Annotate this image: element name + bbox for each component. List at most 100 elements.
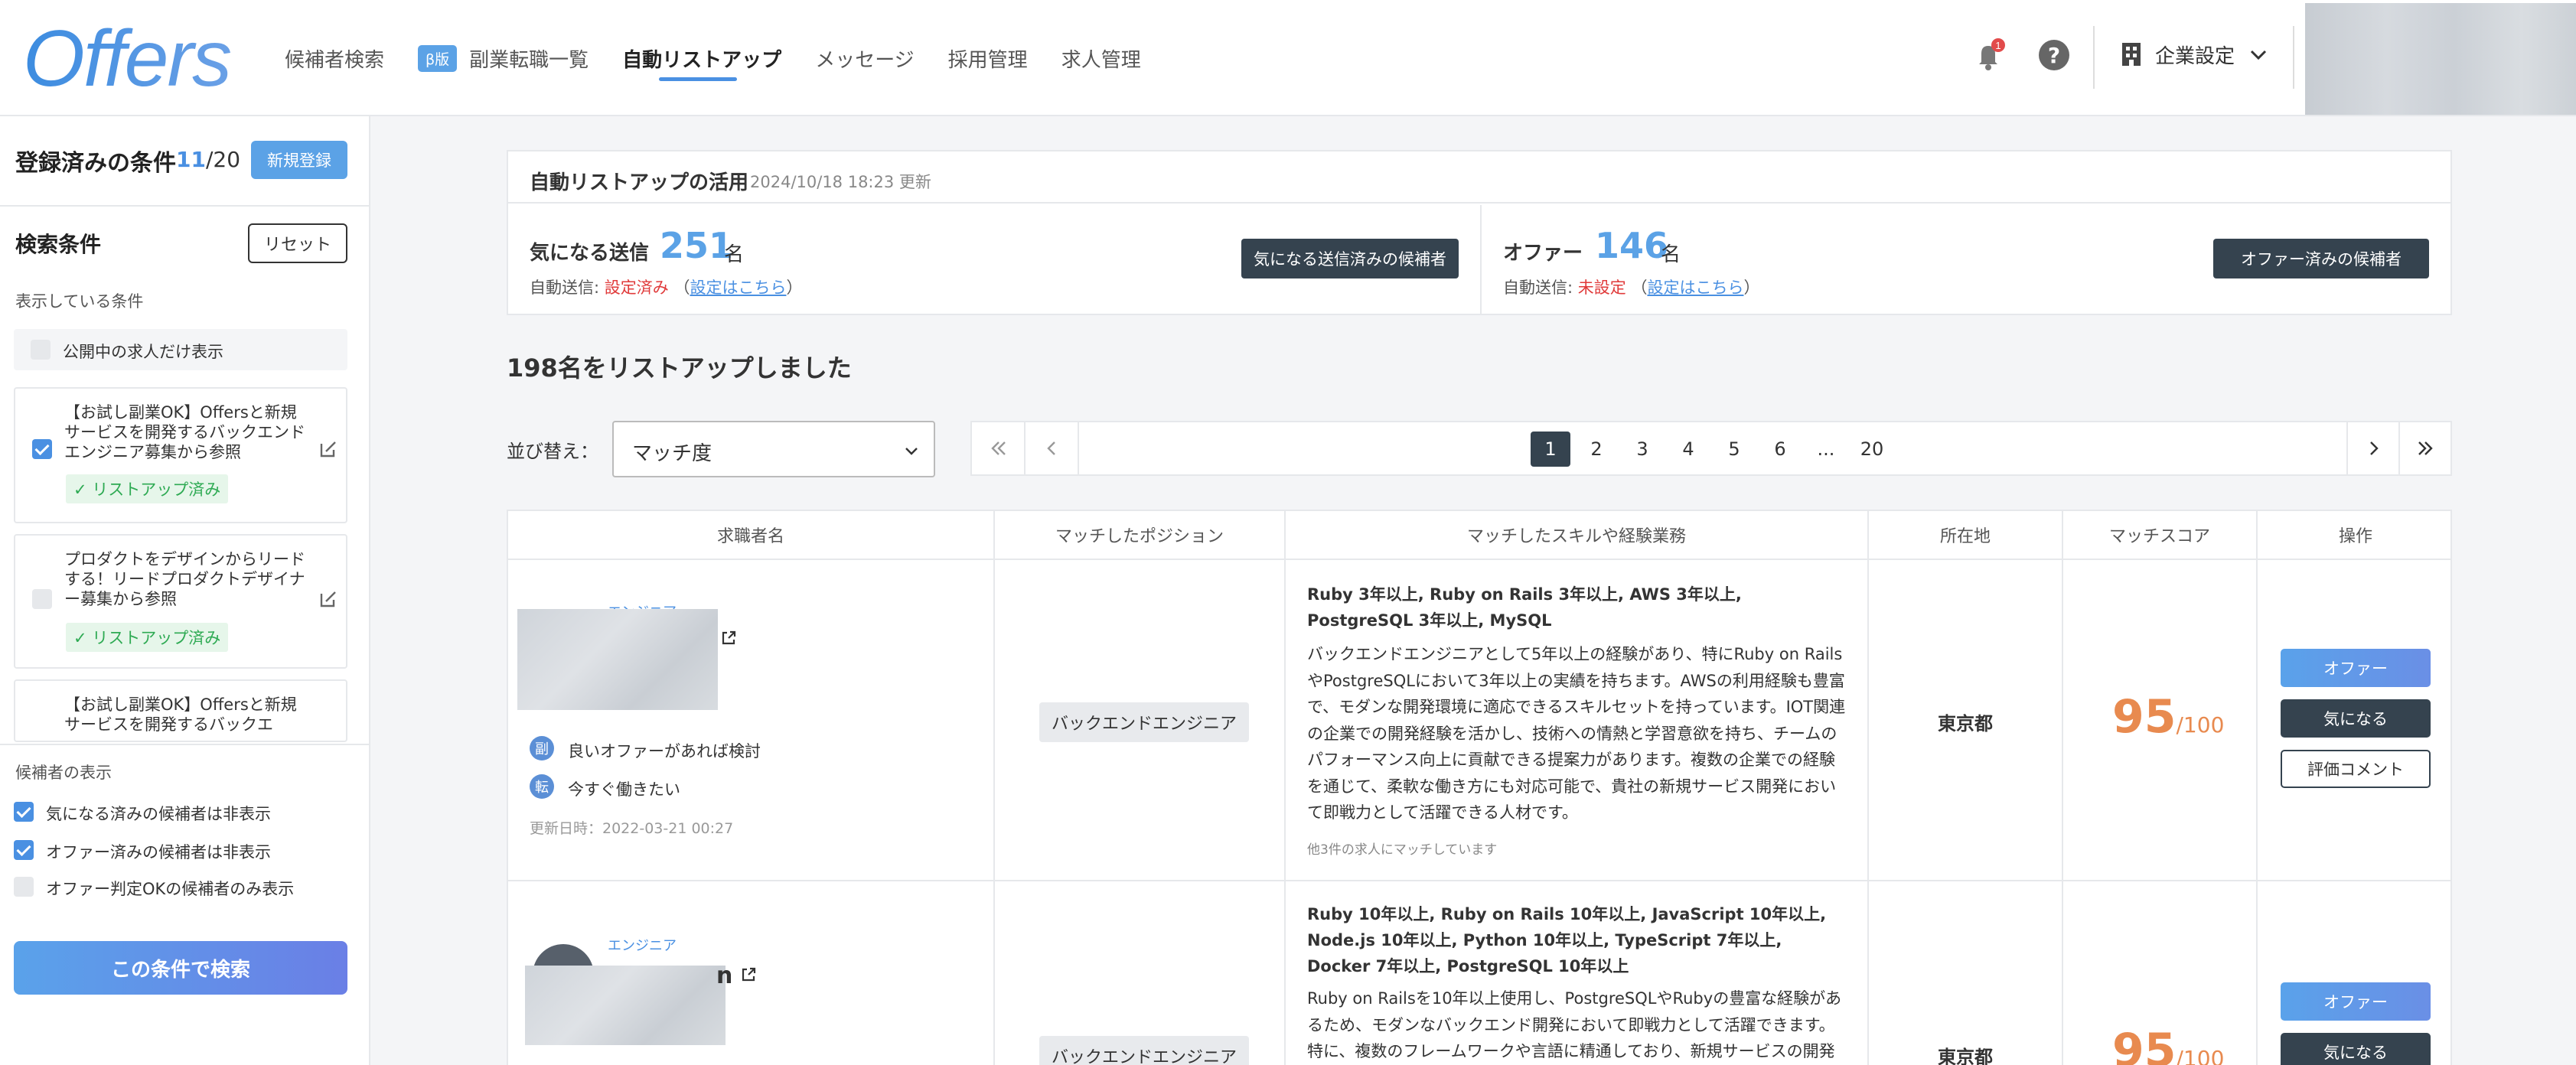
candidate-table: 求職者名 マッチしたポジション マッチしたスキルや経験業務 所在地 マッチスコア… (507, 510, 2452, 1065)
condition-checkbox[interactable] (32, 439, 52, 459)
hide-liked-checkbox[interactable] (14, 802, 34, 822)
nav-auto-listup[interactable]: 自動リストアップ (622, 0, 781, 116)
nav-label: 求人管理 (1061, 48, 1141, 72)
nav-messages[interactable]: メッセージ (815, 0, 914, 116)
candidate-role: エンジニア (608, 938, 677, 954)
interest-sent-candidates-button[interactable]: 気になる送信済みの候補者 (1241, 239, 1459, 278)
col-header-position: マッチしたポジション (995, 511, 1286, 560)
interest-button[interactable]: 気になる (2281, 699, 2431, 738)
new-condition-button[interactable]: 新規登録 (251, 141, 347, 179)
display-options-label: 候補者の表示 (15, 764, 112, 782)
page-3[interactable]: 3 (1622, 432, 1662, 467)
job-change-badge-icon: 転 (530, 774, 554, 799)
condition-text: 【お試し副業OK】Offersと新規サービスを開発するバックエンドエンジニア募集… (64, 403, 305, 461)
reset-button[interactable]: リセット (248, 223, 347, 263)
col-header-name: 求職者名 (508, 511, 995, 560)
offer-button[interactable]: オファー (2281, 982, 2431, 1021)
side-job-preference: 良いオファーがあれば検討 (568, 742, 761, 760)
notification-bell-icon[interactable]: 1 (1970, 37, 2008, 75)
condition-sidebar: 登録済みの条件 11/20 新規登録 検索条件 リセット 表示している条件 公開… (0, 116, 370, 1065)
saved-conditions-count: 11/20 (176, 147, 241, 172)
condition-checkbox[interactable] (32, 589, 52, 609)
offer-button[interactable]: オファー (2281, 649, 2431, 687)
offers-logo[interactable]: Offers (23, 17, 232, 101)
hide-offered-checkbox[interactable] (14, 840, 34, 860)
top-header: Offers 候補者検索 β版 副業転職一覧 自動リストアップ メッセージ 採用管… (0, 0, 2576, 116)
condition-text: プロダクトをデザインからリードする！リードプロダクトデザイナー募集から参照 (64, 550, 305, 608)
chevron-down-icon (905, 448, 918, 455)
nav-side-job-list[interactable]: β版 副業転職一覧 (418, 0, 589, 116)
match-description: バックエンドエンジニアとして5年以上の経験があり、特にRuby on Rails… (1307, 645, 1846, 822)
col-header-score: マッチスコア (2063, 511, 2258, 560)
public-only-label: 公開中の求人だけ表示 (63, 343, 223, 361)
page-20[interactable]: 20 (1852, 432, 1892, 467)
page-ellipsis: ... (1817, 438, 1835, 460)
public-only-checkbox[interactable] (31, 340, 51, 360)
offer-status: 未設定 (1577, 278, 1626, 297)
interest-button[interactable]: 気になる (2281, 1033, 2431, 1065)
nav-candidate-search[interactable]: 候補者検索 (285, 0, 384, 116)
page-4[interactable]: 4 (1668, 432, 1708, 467)
header-divider (2293, 26, 2294, 89)
offered-candidates-button[interactable]: オファー済みの候補者 (2213, 239, 2429, 278)
notification-count: 1 (1995, 40, 2000, 51)
candidate-location: 東京都 (1938, 713, 1993, 734)
first-page-icon[interactable] (972, 422, 1024, 474)
evaluation-comment-button[interactable]: 評価コメント (2281, 750, 2431, 788)
page-1[interactable]: 1 (1531, 432, 1570, 467)
auto-listup-summary: 自動リストアップの活用 2024/10/18 18:23 更新 気になる送信 2… (507, 150, 2452, 315)
prev-page-icon[interactable] (1026, 422, 1078, 474)
divider (1480, 205, 1482, 315)
interest-sent-label: 気になる送信 (530, 242, 650, 265)
matched-position-badge: バックエンドエンジニア (1039, 702, 1250, 742)
user-avatar[interactable] (2305, 3, 2576, 115)
match-score: 95/100 (2112, 690, 2225, 744)
listup-count-heading: 198名をリストアップしました (507, 353, 852, 383)
external-link-icon[interactable] (719, 629, 738, 647)
offer-ok-only-label: オファー判定OKの候補者のみ表示 (46, 880, 295, 898)
offer-label: オファー (1503, 242, 1583, 265)
nav-label: 採用管理 (947, 48, 1028, 72)
interest-sent-unit: 名 (724, 243, 745, 266)
public-only-row[interactable]: 公開中の求人だけ表示 (14, 329, 347, 370)
matched-position-badge: バックエンドエンジニア (1039, 1036, 1250, 1065)
company-settings-menu[interactable]: 企業設定 (2120, 37, 2268, 72)
sort-label: 並び替え： (507, 441, 598, 462)
edit-icon[interactable] (318, 439, 338, 459)
interest-settings-link[interactable]: 設定はこちら (690, 278, 786, 297)
divider (2256, 560, 2258, 1065)
hide-offered-label: オファー済みの候補者は非表示 (46, 843, 271, 861)
company-settings-label: 企業設定 (2155, 44, 2235, 68)
edit-icon[interactable] (318, 589, 338, 609)
divider (0, 205, 370, 207)
page-6[interactable]: 6 (1760, 432, 1800, 467)
offer-settings-link[interactable]: 設定はこちら (1647, 278, 1743, 297)
sort-select[interactable]: マッチ度 (612, 421, 935, 477)
page-5[interactable]: 5 (1714, 432, 1754, 467)
search-with-conditions-button[interactable]: この条件で検索 (14, 941, 347, 995)
next-page-icon[interactable] (2348, 422, 2400, 474)
col-header-skills: マッチしたスキルや経験業務 (1286, 511, 1869, 560)
condition-card[interactable]: 【お試し副業OK】Offersと新規サービスを開発するバックエ (14, 679, 347, 742)
condition-card[interactable]: プロダクトをデザインからリードする！リードプロダクトデザイナー募集から参照 ✓ … (14, 534, 347, 669)
page-2[interactable]: 2 (1577, 432, 1616, 467)
external-link-icon[interactable] (739, 966, 758, 984)
offer-unit: 名 (1661, 243, 1681, 266)
offer-auto-send: 自動送信: 未設定 （設定はこちら） (1503, 278, 1760, 297)
offer-ok-only-checkbox[interactable] (14, 877, 34, 897)
updated-at: 更新日時：2022-03-21 00:27 (530, 820, 734, 837)
summary-title: 自動リストアップの活用 (530, 171, 749, 194)
nav-recruitment[interactable]: 採用管理 (948, 0, 1028, 116)
col-header-location: 所在地 (1869, 511, 2063, 560)
help-icon[interactable]: ? (2039, 40, 2069, 70)
summary-updated: 2024/10/18 18:23 更新 (750, 173, 931, 191)
col-header-actions: 操作 (2258, 511, 2450, 560)
condition-text: 【お試し副業OK】Offersと新規サービスを開発するバックエ (64, 695, 297, 734)
condition-card[interactable]: 【お試し副業OK】Offersと新規サービスを開発するバックエンドエンジニア募集… (14, 387, 347, 523)
other-matches-note: 他3件の求人にマッチしています (1307, 842, 1498, 858)
last-page-icon[interactable] (2400, 422, 2452, 474)
job-change-preference: 今すぐ働きたい (568, 780, 680, 799)
divider (508, 880, 2450, 881)
nav-label: 自動リストアップ (622, 48, 782, 72)
nav-job-management[interactable]: 求人管理 (1061, 0, 1141, 116)
